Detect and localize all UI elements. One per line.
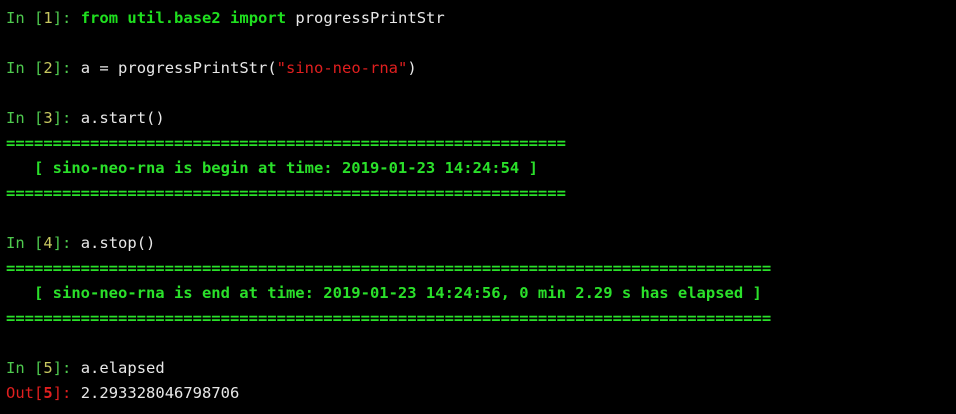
out-prompt-open: [ (34, 384, 44, 402)
in-prompt-close: ]: (52, 59, 72, 77)
input-cell-2[interactable]: In [2]: a = progressPrintStr("sino-neo-r… (6, 56, 956, 81)
output-cell-5: Out[5]: 2.293328046798706 (6, 381, 956, 406)
output-message: [ sino-neo-rna is begin at time: 2019-01… (6, 159, 538, 177)
out-prompt-close: ]: (52, 384, 72, 402)
string-literal: "sino-neo-rna" (276, 59, 408, 77)
in-prompt-number: 2 (43, 59, 53, 77)
in-prompt-open: [ (34, 109, 44, 127)
keyword-import: import (230, 9, 287, 27)
code-text: a.stop() (80, 234, 156, 252)
in-prompt-open: [ (34, 234, 44, 252)
in-prompt-open: [ (34, 359, 44, 377)
in-prompt-open: [ (34, 59, 44, 77)
code-before-string: a = progressPrintStr( (80, 59, 277, 77)
output-message: [ sino-neo-rna is end at time: 2019-01-2… (6, 284, 762, 302)
keyword-from: from (80, 9, 119, 27)
in-prompt-label: In (6, 234, 34, 252)
in-prompt-number: 1 (43, 9, 53, 27)
code-text: a.start() (80, 109, 165, 127)
in-prompt-label: In (6, 9, 34, 27)
output-rule-bottom: ========================================… (6, 184, 566, 202)
in-prompt-open: [ (34, 9, 44, 27)
output-rule-top: ========================================… (6, 134, 566, 152)
output-rule-top: ========================================… (6, 259, 772, 277)
input-cell-3[interactable]: In [3]: a.start() (6, 106, 956, 131)
notebook-console: In [1]: from util.base2 import progressP… (0, 0, 956, 414)
in-prompt-label: In (6, 109, 34, 127)
in-prompt-number: 4 (43, 234, 53, 252)
output-rule-bottom: ========================================… (6, 309, 772, 327)
input-cell-1[interactable]: In [1]: from util.base2 import progressP… (6, 6, 956, 31)
out-prompt-number: 5 (43, 384, 53, 402)
out-prompt-label: Out (6, 384, 34, 402)
in-prompt-close: ]: (52, 9, 72, 27)
input-cell-5[interactable]: In [5]: a.elapsed (6, 356, 956, 381)
output-value: 2.293328046798706 (80, 384, 240, 402)
imported-name: progressPrintStr (295, 9, 445, 27)
code-text: a.elapsed (80, 359, 165, 377)
in-prompt-close: ]: (52, 234, 72, 252)
module-name: util.base2 (127, 9, 221, 27)
in-prompt-label: In (6, 359, 34, 377)
in-prompt-label: In (6, 59, 34, 77)
in-prompt-number: 5 (43, 359, 53, 377)
in-prompt-close: ]: (52, 359, 72, 377)
code-after-string: ) (407, 59, 417, 77)
input-cell-4[interactable]: In [4]: a.stop() (6, 231, 956, 256)
in-prompt-number: 3 (43, 109, 53, 127)
in-prompt-close: ]: (52, 109, 72, 127)
